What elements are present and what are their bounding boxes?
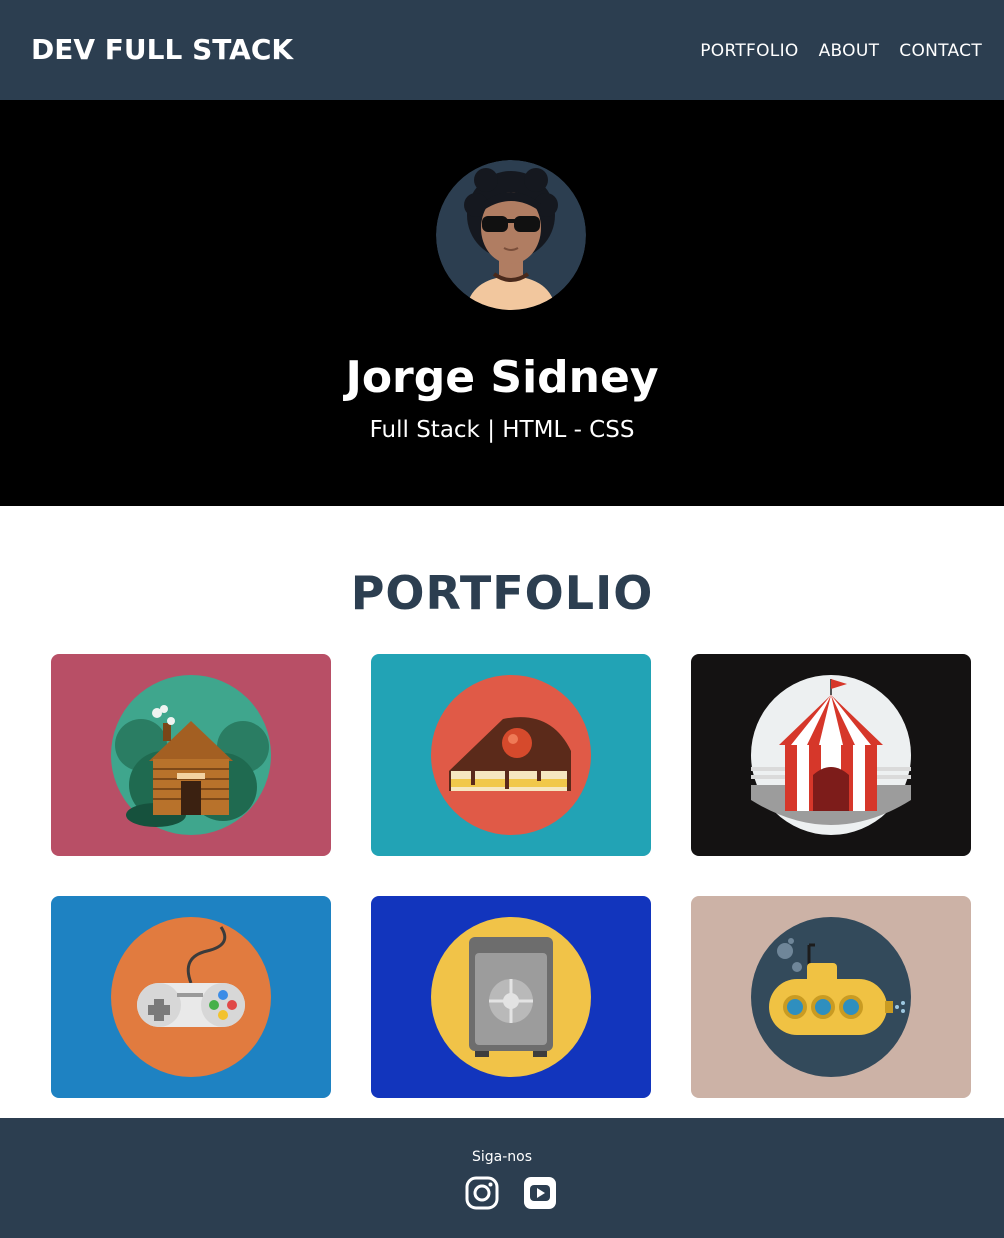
youtube-icon[interactable] [523, 1176, 557, 1210]
cake-slice-icon [431, 675, 591, 835]
game-controller-icon [111, 917, 271, 1077]
log-cabin-icon [111, 675, 271, 835]
portfolio-card-game-controller[interactable] [51, 896, 331, 1098]
nav-link-portfolio[interactable]: PORTFOLIO [700, 41, 798, 61]
hero-name: Jorge Sidney [345, 352, 659, 403]
brand-logo[interactable]: DEV FULL STACK [31, 33, 293, 66]
nav-link-contact[interactable]: CONTACT [899, 41, 982, 61]
portfolio-card-safe[interactable] [371, 896, 651, 1098]
portfolio-card-submarine[interactable] [691, 896, 971, 1098]
hero-section: Jorge Sidney Full Stack | HTML - CSS [0, 100, 1004, 506]
navbar: DEV FULL STACK PORTFOLIO ABOUT CONTACT [0, 0, 1004, 100]
circus-tent-icon [751, 675, 911, 835]
portfolio-title: PORTFOLIO [350, 566, 654, 620]
footer-follow-label: Siga-nos [471, 1149, 533, 1165]
portfolio-card-cake[interactable] [371, 654, 651, 856]
portfolio-card-log-cabin[interactable] [51, 654, 331, 856]
hero-subtitle: Full Stack | HTML - CSS [369, 417, 635, 443]
safe-icon [431, 917, 591, 1077]
footer: Siga-nos [0, 1118, 1004, 1238]
submarine-icon [751, 917, 911, 1077]
avatar-sunglasses-icon [436, 160, 586, 310]
nav-link-about[interactable]: ABOUT [819, 41, 880, 61]
nav-links: PORTFOLIO ABOUT CONTACT [700, 41, 982, 61]
instagram-icon[interactable] [465, 1176, 499, 1210]
portfolio-card-circus[interactable] [691, 654, 971, 856]
